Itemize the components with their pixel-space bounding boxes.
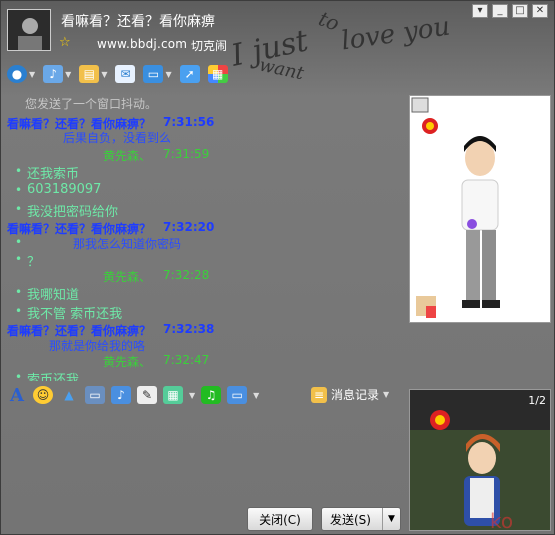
bullet-icon: •: [15, 202, 23, 216]
self-show-panel[interactable]: ko 1/2: [409, 389, 551, 531]
menu-button[interactable]: ▾: [472, 4, 488, 18]
chat-history[interactable]: 您发送了一个窗口抖动。 看嘛看？还看？看你麻痹？ 7:31:56 后果自负，没看…: [7, 91, 407, 381]
bullet-icon: •: [15, 304, 23, 318]
msg-text: 索币还我: [27, 373, 80, 381]
msg-time: 7:32:38: [163, 322, 215, 336]
minimize-button[interactable]: _: [492, 4, 508, 18]
emoji-icon[interactable]: ☺: [33, 386, 53, 404]
share-icon: ➚: [179, 65, 200, 83]
history-icon: ≡: [311, 386, 327, 403]
chevron-down-icon[interactable]: ▼: [253, 391, 259, 400]
contact-show-panel[interactable]: [409, 95, 551, 323]
show-page-indicator: 1/2: [528, 394, 546, 407]
screen-icon: ▭: [143, 65, 164, 83]
msg-time: 7:31:56: [163, 115, 215, 129]
note-icon[interactable]: ✎: [137, 386, 157, 404]
shake-icon[interactable]: ▲: [59, 386, 79, 404]
mic-icon: ♪: [43, 65, 64, 83]
font-icon[interactable]: A: [7, 385, 27, 406]
sender-name: 黄先森、: [103, 270, 152, 284]
apps-button[interactable]: ▦: [207, 63, 228, 85]
contact-url: www.bbdj.com: [97, 37, 188, 51]
msg-text: 后果自负，没看到么: [63, 131, 172, 145]
msg-text: 那我怎么知道你密码: [73, 237, 182, 251]
qq-chat-window: I just to love you want 看嘛看？还看？看你麻痹 ☆ ww…: [0, 0, 555, 535]
close-button[interactable]: 关闭(C): [247, 507, 313, 531]
close-icon[interactable]: ✕: [532, 4, 548, 18]
contact-avatar-figure: [411, 97, 500, 318]
file-button[interactable]: ▤ ▼: [79, 63, 107, 85]
history-button[interactable]: ≡ 消息记录 ▼: [311, 386, 389, 403]
bullet-icon: •: [15, 285, 23, 299]
chevron-down-icon: ▼: [383, 390, 390, 399]
bullet-icon: •: [15, 235, 23, 249]
chevron-down-icon[interactable]: ▼: [189, 391, 195, 400]
send-label: 发送(S): [330, 512, 371, 527]
video-icon: ●: [7, 65, 27, 83]
folder-icon: ▤: [79, 65, 100, 83]
window-title: 看嘛看？还看？看你麻痹: [61, 14, 215, 30]
send-button[interactable]: 发送(S) ▼: [321, 507, 401, 531]
msg-time: 7:31:59: [163, 147, 210, 161]
msg-text: 我哪知道: [27, 288, 80, 303]
screenshot-icon[interactable]: ▭: [85, 386, 105, 404]
remote-button[interactable]: ▭ ▼: [143, 63, 172, 85]
msg-time: 7:32:28: [163, 268, 210, 282]
window-controls: ▾ _ □ ✕: [472, 4, 548, 18]
audio-button[interactable]: ♪ ▼: [43, 63, 71, 85]
remote-assist-icon[interactable]: ▭: [227, 386, 248, 404]
apps-icon: ▦: [207, 65, 228, 83]
bullet-icon: •: [15, 252, 23, 266]
decor-text-1: I just: [228, 23, 312, 74]
contact-avatar[interactable]: [7, 9, 51, 51]
share-button[interactable]: ➚: [179, 63, 200, 85]
sender-name: 黄先森、: [103, 355, 152, 369]
msg-time: 7:32:20: [163, 220, 215, 234]
voice-icon[interactable]: ♪: [111, 386, 131, 404]
bullet-icon: •: [15, 164, 23, 178]
msg-time: 7:32:47: [163, 353, 210, 367]
sms-icon: ✉: [115, 65, 136, 83]
msg-text: 603189097: [27, 182, 102, 197]
sms-button[interactable]: ✉: [115, 63, 136, 85]
self-avatar-figure: ko: [410, 390, 550, 531]
msg-text: 那就是你给我的咯: [49, 339, 146, 353]
music-icon[interactable]: ♫: [201, 386, 222, 404]
maximize-button[interactable]: □: [512, 4, 528, 18]
svg-text:ko: ko: [490, 509, 513, 531]
msg-text: 我没把密码给你: [27, 205, 119, 220]
video-button[interactable]: ● ▼: [7, 63, 35, 85]
image-icon[interactable]: ▦: [163, 386, 183, 404]
chevron-down-icon[interactable]: ▼: [382, 508, 400, 530]
msg-text: 还我索币: [27, 167, 80, 182]
decor-text-4: want: [257, 54, 306, 85]
msg-text: 我不管 索币还我: [27, 307, 123, 322]
bullet-icon: •: [15, 183, 23, 197]
star-icon: ☆: [59, 35, 71, 50]
bullet-icon: •: [15, 370, 23, 381]
sender-name: 黄先森、: [103, 149, 152, 163]
contact-signature: 切克闹: [191, 39, 228, 53]
decor-text-3: love you: [339, 11, 452, 57]
decor-text-2: to: [315, 6, 343, 36]
history-label: 消息记录: [331, 388, 380, 402]
system-message: 您发送了一个窗口抖动。: [25, 97, 158, 111]
msg-text: ？: [27, 255, 41, 270]
main-toolbar: ● ▼ ♪ ▼ ▤ ▼ ✉ ▭ ▼ ➚ ▦: [7, 61, 228, 87]
